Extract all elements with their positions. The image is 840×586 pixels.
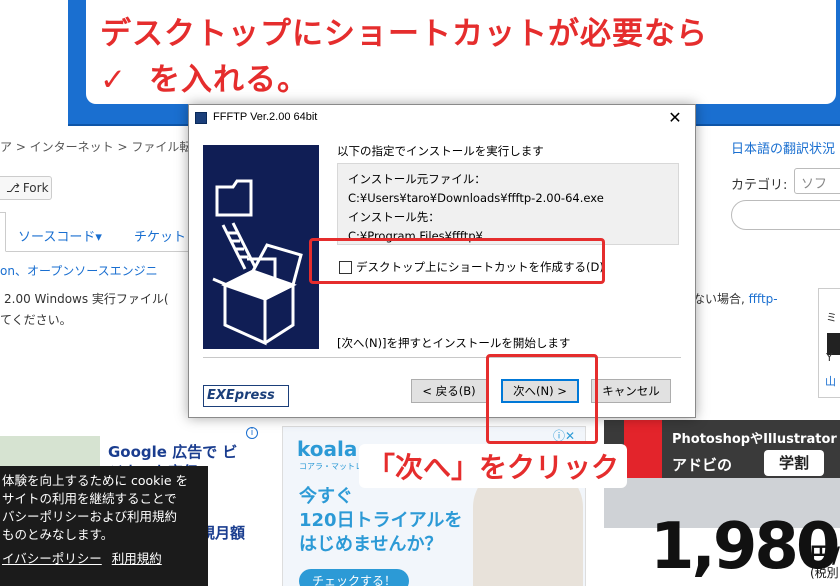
tab-tickets[interactable]: チケット	[134, 226, 186, 245]
project-tagline[interactable]: on、オープンソースエンジニ	[0, 262, 158, 279]
cancel-button[interactable]: キャンセル	[591, 379, 671, 403]
exepress-logo: EXEpress	[203, 385, 289, 407]
next-hint-text: [次へ(N)]を押すとインストールを開始します	[337, 336, 571, 350]
category-label: カテゴリ:	[731, 178, 788, 193]
instruction-line-2: ✓ を入れる。	[100, 54, 309, 99]
cookie-text: サイトの利用を継続することで	[2, 491, 177, 506]
open-box-icon	[212, 179, 303, 346]
adobe-ad-tax: (税別	[810, 566, 839, 580]
category-select[interactable]: ソフ	[794, 168, 840, 194]
close-icon[interactable]: ✕	[655, 105, 695, 131]
sidebar-widget-title: ミ	[826, 311, 837, 324]
right-description: ない場合, ffftp-	[693, 290, 778, 307]
adobe-ad-headline: PhotoshopやIllustrator	[672, 432, 837, 447]
privacy-policy-link[interactable]: イバシーポリシー	[2, 551, 102, 566]
terms-link[interactable]: 利用規約	[112, 551, 162, 566]
dialog-titlebar[interactable]: FFFTP Ver.2.00 64bit ✕	[189, 105, 695, 131]
cookie-text: ものとみなします。	[2, 527, 114, 542]
next-button-highlight	[486, 354, 598, 444]
sidebar-widget-link[interactable]: 山	[825, 373, 836, 389]
breadcrumb[interactable]: ア > インターネット > ファイル転	[0, 138, 191, 155]
installer-illustration	[203, 145, 319, 349]
instruction-line-1: デスクトップにショートカットが必要なら	[100, 16, 708, 52]
sidebar-widget-mark: Y	[826, 351, 833, 364]
tab-active[interactable]	[0, 212, 6, 252]
app-icon	[195, 112, 207, 124]
source-file-label: インストール元ファイル：	[348, 172, 486, 186]
divider	[203, 357, 681, 358]
translation-status-link[interactable]: 日本語の翻訳状況	[731, 138, 835, 157]
ad-info-icon[interactable]: i	[246, 427, 258, 439]
tab-bar: ソースコード▾ チケット	[0, 212, 200, 252]
back-button[interactable]: < 戻る(B)	[411, 379, 487, 403]
koala-ad-line: 120日トライアルを	[299, 510, 463, 531]
cookie-notice: 体験を向上するために cookie を サイトの利用を継続することで バシーポリ…	[0, 466, 208, 586]
right-description-link[interactable]: ffftp-	[749, 292, 778, 306]
instruction-line-2-text: を入れる。	[148, 62, 309, 98]
koala-logo: koala	[297, 437, 358, 461]
adobe-ad-subheadline: アドビの	[672, 456, 733, 474]
click-next-annotation: 「次へ」をクリック	[359, 444, 628, 488]
adobe-ad-badge: 学割	[764, 450, 824, 476]
description-line-2: てください。	[0, 313, 72, 327]
search-input[interactable]	[731, 200, 840, 230]
install-info-box: インストール元ファイル： C:¥Users¥taro¥Downloads¥fff…	[337, 163, 679, 245]
sidebar-widget: ミ Y 山	[818, 288, 840, 398]
fork-button[interactable]: ⎇ Fork	[0, 176, 52, 200]
destination-label: インストール先：	[348, 210, 440, 224]
cookie-text: 体験を向上するために cookie を	[2, 473, 189, 488]
koala-cta-button[interactable]: チェックする！	[299, 569, 409, 586]
checkbox-highlight	[309, 238, 605, 284]
right-description-text: ない場合,	[693, 292, 745, 306]
fork-icon: ⎇	[6, 181, 20, 195]
dialog-title: FFFTP Ver.2.00 64bit	[213, 111, 318, 123]
adobe-ad[interactable]: PhotoshopやIllustrator アドビの 学割 1,980 円/ (…	[604, 420, 840, 586]
adobe-logo-icon	[624, 420, 662, 478]
tab-source-code[interactable]: ソースコード▾	[18, 226, 102, 245]
instruction-text: 以下の指定でインストールを実行します	[337, 144, 544, 158]
cookie-text: バシーポリシーおよび利用規約	[2, 509, 178, 524]
koala-ad-copy: 今すぐ 120日トライアルを はじめませんか？	[299, 485, 462, 557]
source-file-path: C:¥Users¥taro¥Downloads¥ffftp-2.00-64.ex…	[348, 191, 604, 205]
koala-ad-line: はじめませんか？	[299, 534, 443, 555]
checkmark-icon: ✓	[100, 62, 127, 98]
fork-label: Fork	[22, 181, 49, 195]
koala-ad-line: 今すぐ	[299, 486, 353, 507]
cookie-links: イバシーポリシー 利用規約	[2, 550, 208, 568]
description-line-1: 2.00 Windows 実行ファイル(	[4, 292, 169, 306]
